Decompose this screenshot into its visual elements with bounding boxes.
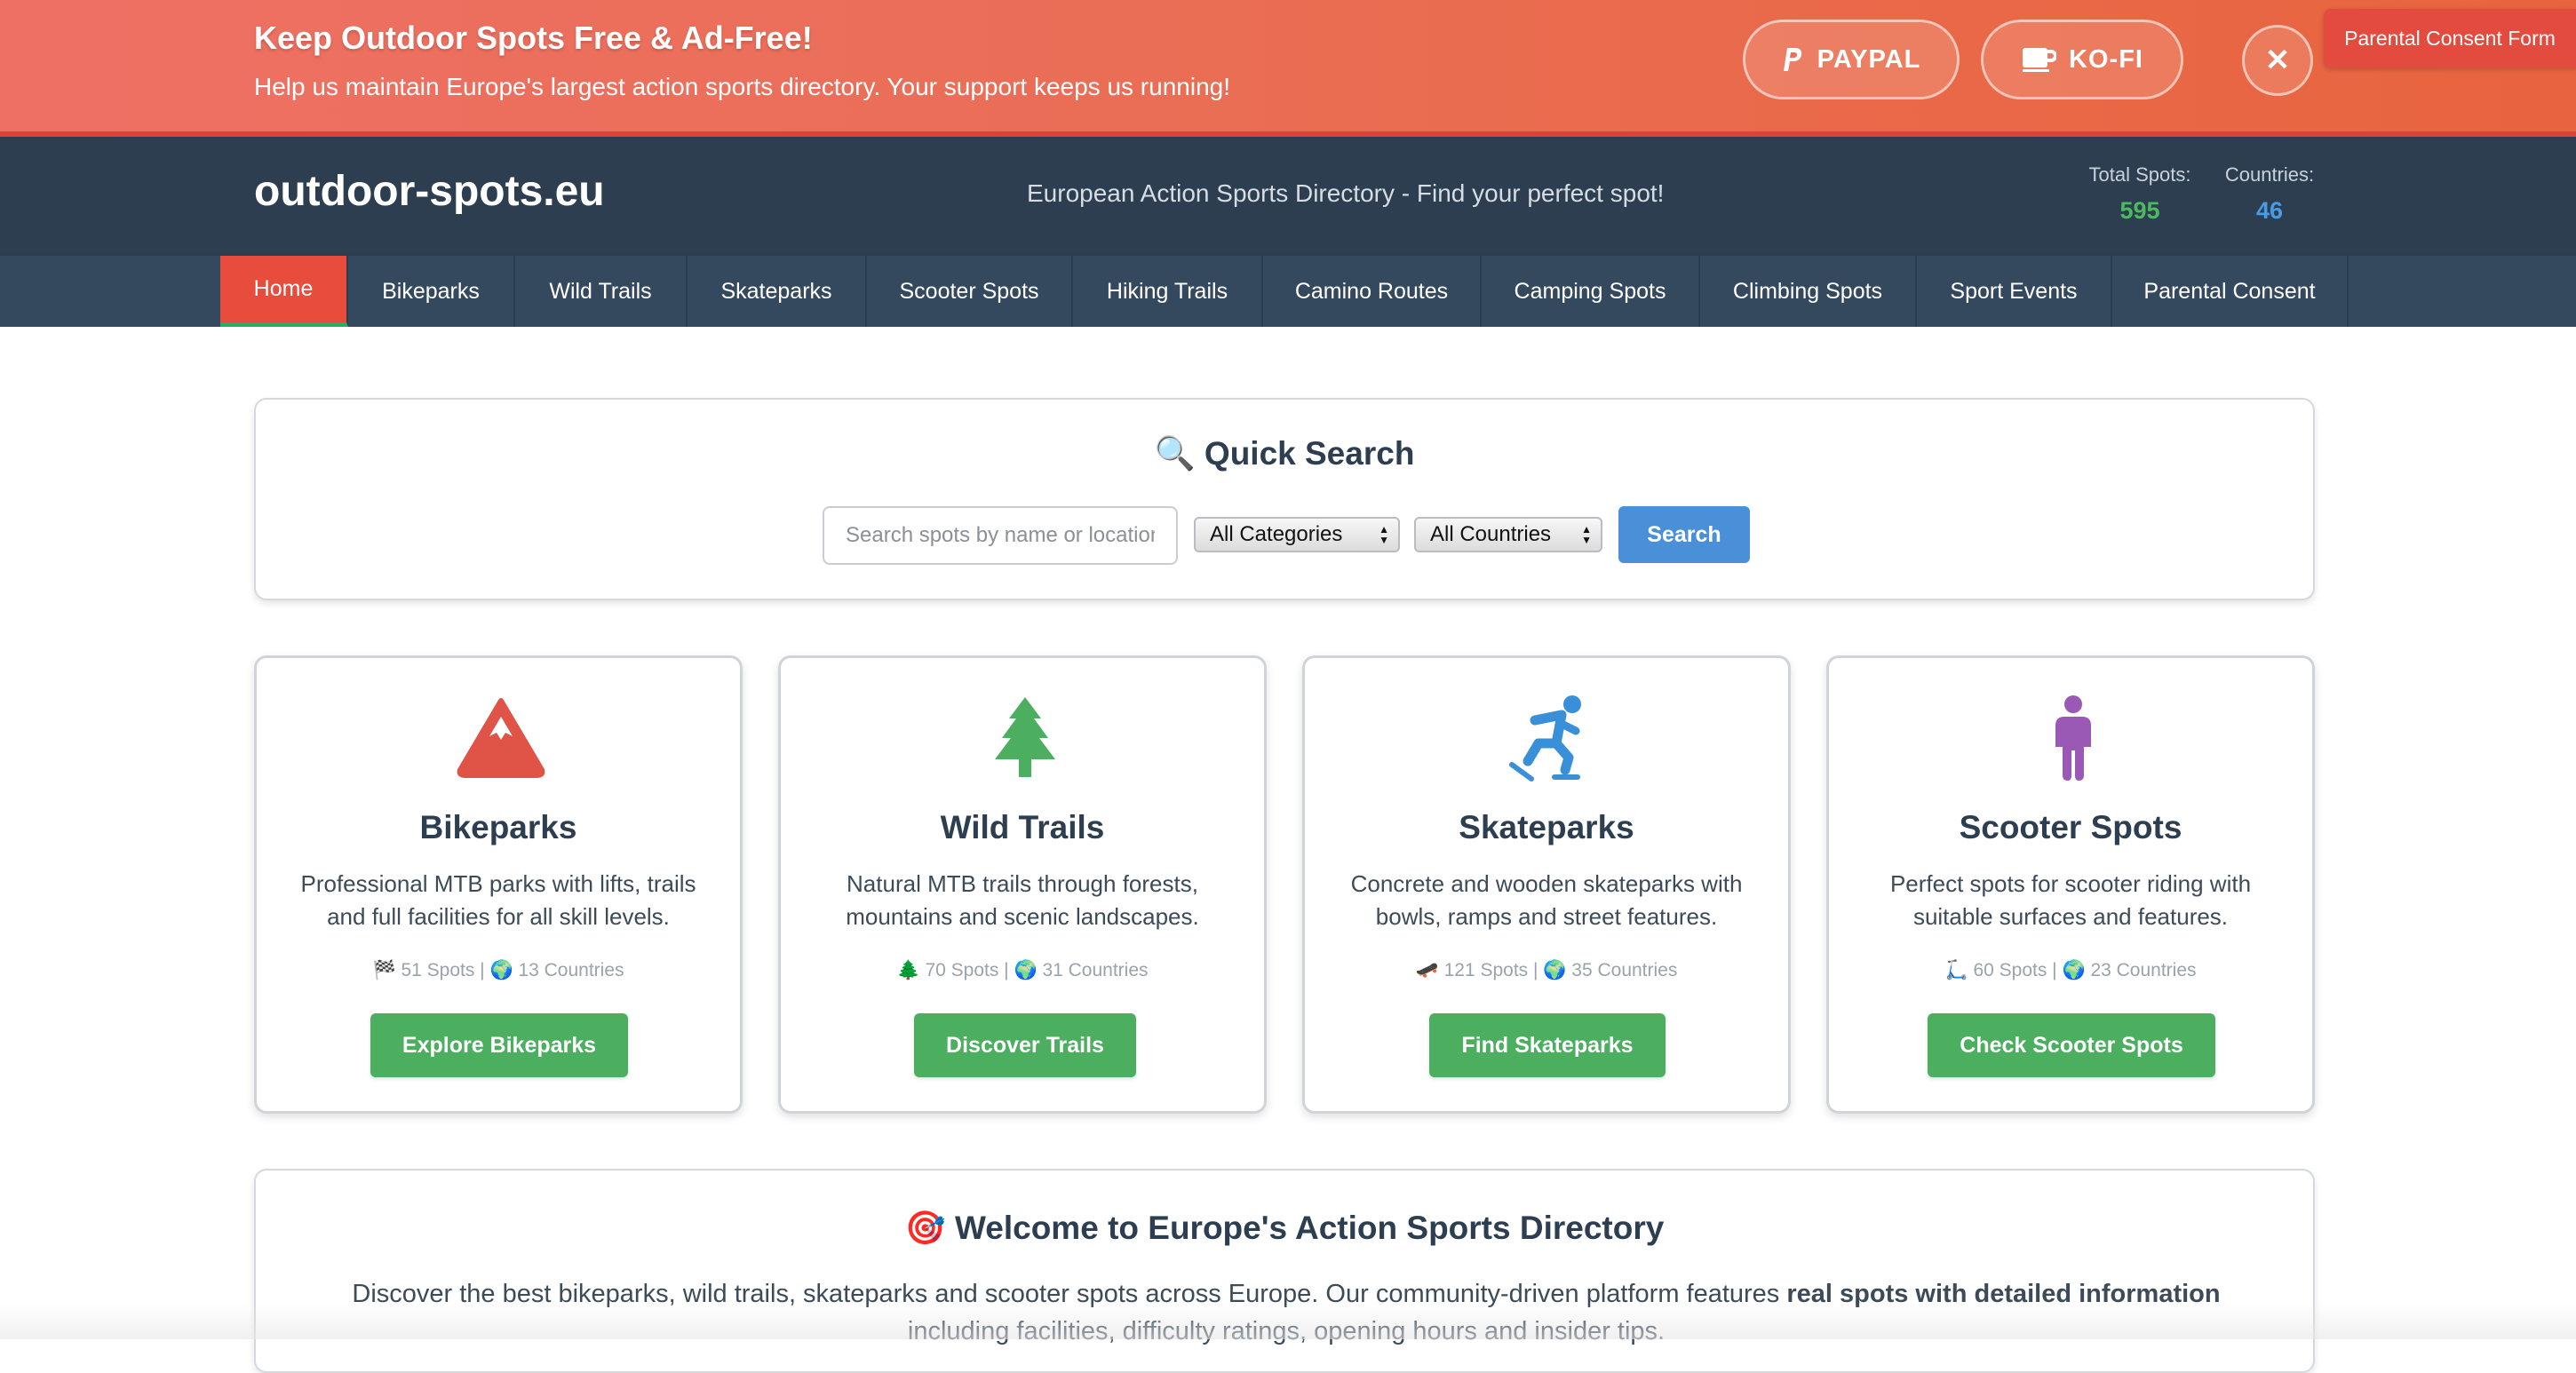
parental-consent-form-tab[interactable]: Parental Consent Form <box>2324 9 2576 67</box>
nav-item-parental-consent[interactable]: Parental Consent <box>2112 256 2349 327</box>
paypal-label: PAYPAL <box>1817 44 1921 74</box>
card-title: Bikeparks <box>419 809 577 845</box>
site-header: outdoor-spots.eu European Action Sports … <box>0 137 2576 254</box>
site-logo[interactable]: outdoor-spots.eu <box>254 167 605 216</box>
find-skateparks-button[interactable]: Find Skateparks <box>1429 1013 1666 1077</box>
site-tagline: European Action Sports Directory - Find … <box>1027 179 1665 207</box>
paypal-icon <box>1782 46 1805 73</box>
card-stats: 🌲 70 Spots | 🌍 31 Countries <box>896 960 1149 980</box>
check-scooter-spots-button[interactable]: Check Scooter Spots <box>1928 1013 2215 1077</box>
kofi-label: KO-FI <box>2069 44 2143 74</box>
card-description: Natural MTB trails through forests, moun… <box>846 870 1199 930</box>
card-description: Professional MTB parks with lifts, trail… <box>300 870 696 930</box>
skater-icon <box>1505 694 1594 782</box>
nav-item-camino-routes[interactable]: Camino Routes <box>1263 256 1482 327</box>
welcome-section: 🎯 Welcome to Europe's Action Sports Dire… <box>254 1169 2315 1373</box>
card-title: Scooter Spots <box>1959 809 2182 845</box>
paypal-button[interactable]: PAYPAL <box>1743 20 1960 99</box>
nav-item-skateparks[interactable]: Skateparks <box>688 256 867 327</box>
coffee-cup-icon <box>2021 46 2057 73</box>
countries-label: Countries: <box>2224 163 2315 186</box>
quick-search-panel: 🔍 Quick Search All Categories ▲▼ All Cou… <box>254 398 2315 600</box>
select-arrows-icon: ▲ ▼ <box>1379 523 1389 546</box>
nav-item-camping-spots[interactable]: Camping Spots <box>1482 256 1700 327</box>
category-select[interactable]: All Categories ▲ ▼ <box>1194 517 1400 552</box>
explore-bikeparks-button[interactable]: Explore Bikeparks <box>370 1013 628 1077</box>
close-icon: ✕ <box>2264 44 2291 77</box>
tree-icon <box>981 694 1069 782</box>
category-select-value: All Categories <box>1210 522 1343 546</box>
category-card-scooter-spots: Scooter Spots Perfect spots for scooter … <box>1826 655 2315 1114</box>
countries-stat: Countries: 46 <box>2221 163 2318 225</box>
countries-value: 46 <box>2255 197 2284 224</box>
search-input[interactable] <box>823 506 1178 565</box>
discover-trails-button[interactable]: Discover Trails <box>914 1013 1136 1077</box>
close-banner-button[interactable]: ✕ <box>2242 25 2313 96</box>
nav-item-home[interactable]: Home <box>220 256 348 327</box>
card-description: Perfect spots for scooter riding with su… <box>1889 870 2252 930</box>
nav-item-hiking-trails[interactable]: Hiking Trails <box>1073 256 1263 327</box>
card-description: Concrete and wooden skateparks with bowl… <box>1350 870 1743 930</box>
card-title: Wild Trails <box>940 809 1105 845</box>
country-select-value: All Countries <box>1430 522 1552 546</box>
card-stats: 🛹 121 Spots | 🌍 35 Countries <box>1415 960 1678 980</box>
card-stats: 🛴 60 Spots | 🌍 23 Countries <box>1944 960 2197 980</box>
banner-subtitle: Help us maintain Europe's largest action… <box>254 73 1230 100</box>
total-spots-label: Total Spots: <box>2088 163 2191 186</box>
total-spots-value: 595 <box>2119 197 2160 224</box>
child-icon <box>2029 694 2118 782</box>
nav-item-wild-trails[interactable]: Wild Trails <box>515 256 688 327</box>
card-stats: 🏁 51 Spots | 🌍 13 Countries <box>372 960 624 980</box>
quick-search-title: 🔍 Quick Search <box>1154 435 1415 472</box>
nav-item-bikeparks[interactable]: Bikeparks <box>348 256 515 327</box>
search-button[interactable]: Search <box>1618 506 1750 563</box>
nav-item-climbing-spots[interactable]: Climbing Spots <box>1700 256 1917 327</box>
banner-title: Keep Outdoor Spots Free & Ad-Free! <box>254 20 813 56</box>
nav-item-sport-events[interactable]: Sport Events <box>1917 256 2112 327</box>
kofi-button[interactable]: KO-FI <box>1981 20 2183 99</box>
category-card-wild-trails: Wild Trails Natural MTB trails through f… <box>778 655 1267 1114</box>
total-spots-stat: Total Spots: 595 <box>2084 163 2196 225</box>
mountain-icon <box>457 694 545 782</box>
country-select[interactable]: All Countries ▲ ▼ <box>1414 517 1602 552</box>
welcome-title: 🎯 Welcome to Europe's Action Sports Dire… <box>904 1210 1665 1246</box>
card-title: Skateparks <box>1459 809 1634 845</box>
donation-banner: Keep Outdoor Spots Free & Ad-Free! Help … <box>0 0 2576 137</box>
category-card-bikeparks: Bikeparks Professional MTB parks with li… <box>254 655 743 1114</box>
main-nav: Home Bikeparks Wild Trails Skateparks Sc… <box>0 254 2576 327</box>
category-card-skateparks: Skateparks Concrete and wooden skatepark… <box>1302 655 1791 1114</box>
select-arrows-icon: ▲ ▼ <box>1581 523 1592 546</box>
scroll-fade <box>0 1304 2576 1339</box>
nav-item-scooter-spots[interactable]: Scooter Spots <box>867 256 1073 327</box>
